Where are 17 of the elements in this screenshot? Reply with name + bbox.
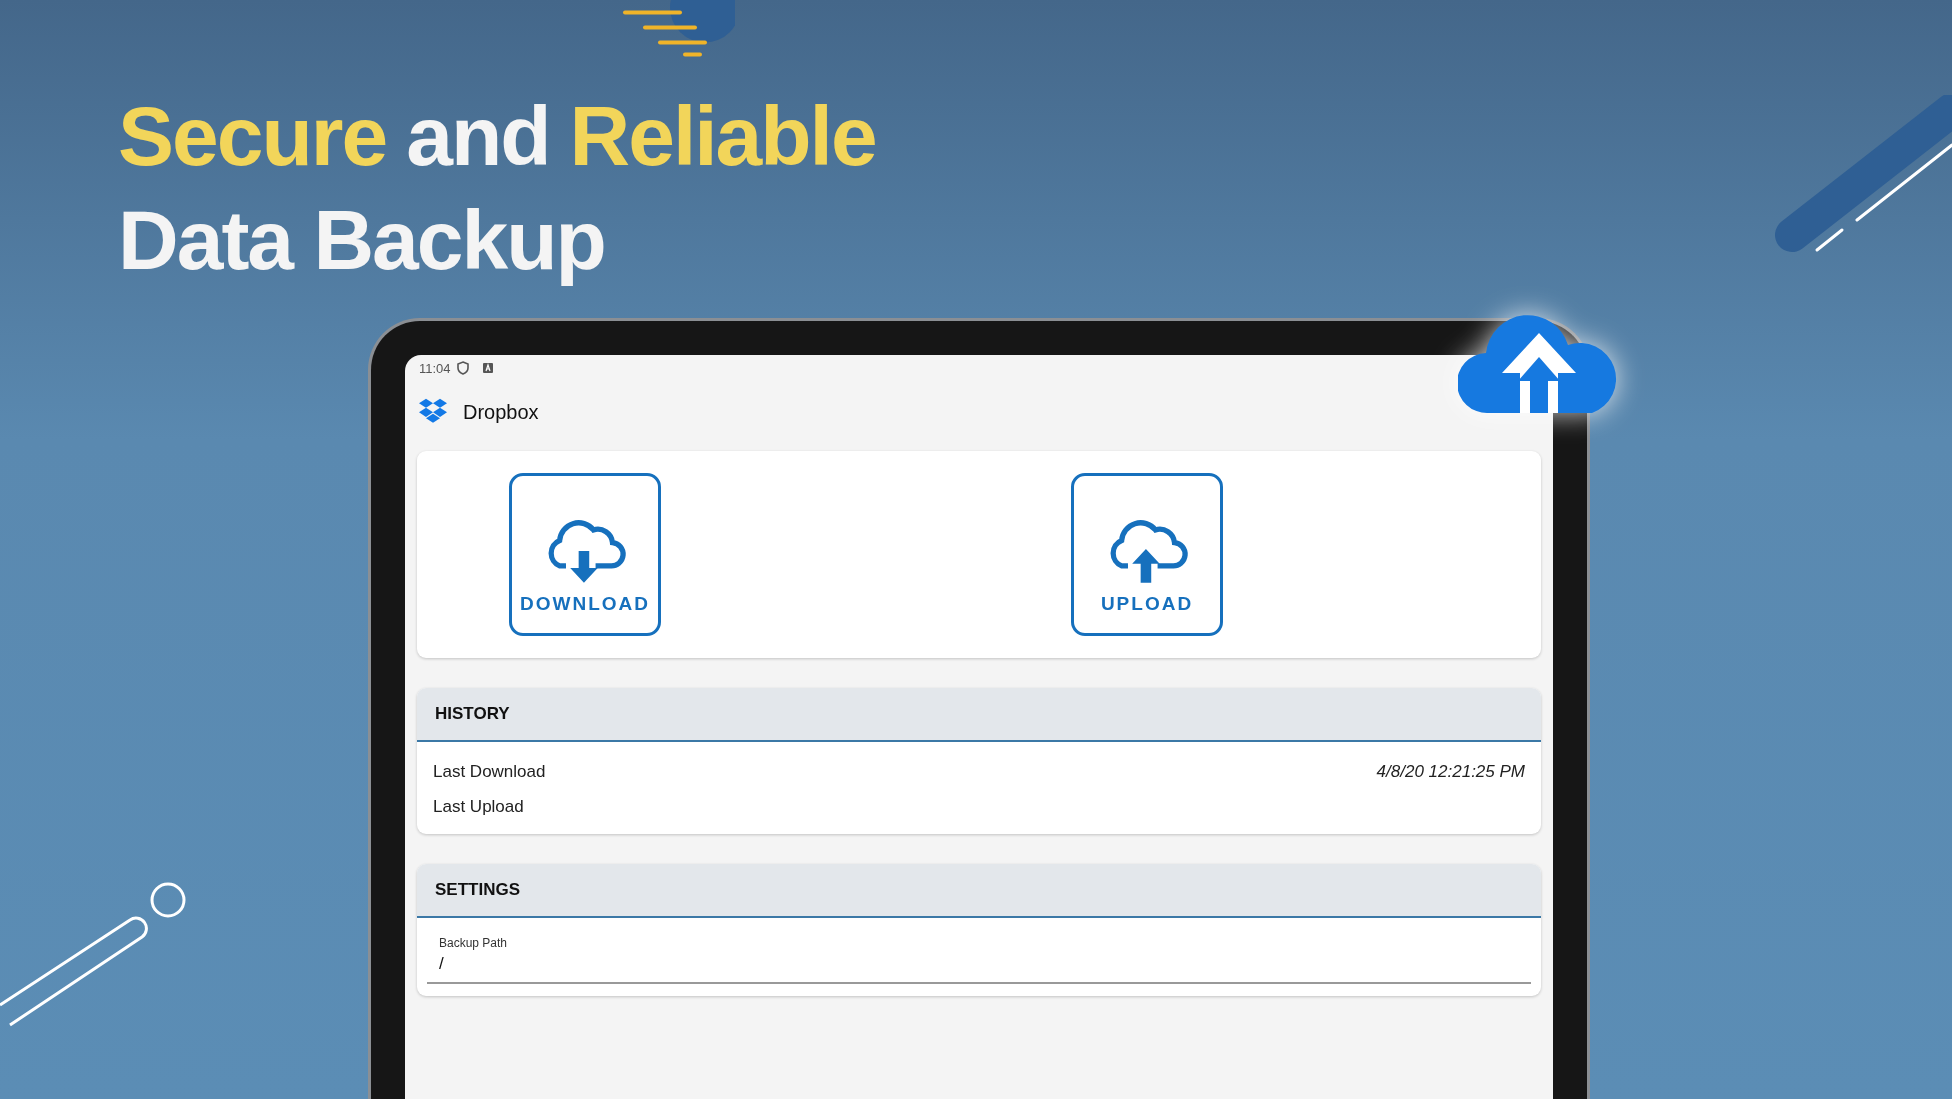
section-title: SETTINGS <box>435 880 520 900</box>
history-label: Last Download <box>433 761 546 782</box>
headline-text: Reliable <box>569 87 876 185</box>
history-timestamp: 4/8/20 12:21:25 PM <box>1376 761 1525 782</box>
headline-text: Data Backup <box>118 191 605 289</box>
shield-icon <box>456 361 469 375</box>
status-time: 11:04 <box>419 360 451 376</box>
history-label: Last Upload <box>433 796 524 817</box>
download-button[interactable]: DOWNLOAD <box>509 473 661 636</box>
section-title: HISTORY <box>435 704 510 724</box>
headline-text: and <box>406 87 550 185</box>
keyboard-icon <box>482 363 493 373</box>
open-box-logo-icon <box>419 398 447 426</box>
headline-text: Secure <box>118 87 387 185</box>
upload-button[interactable]: UPLOAD <box>1071 473 1223 636</box>
app-title: Dropbox <box>463 400 539 424</box>
backup-path-field[interactable]: Backup Path / <box>427 928 1531 984</box>
